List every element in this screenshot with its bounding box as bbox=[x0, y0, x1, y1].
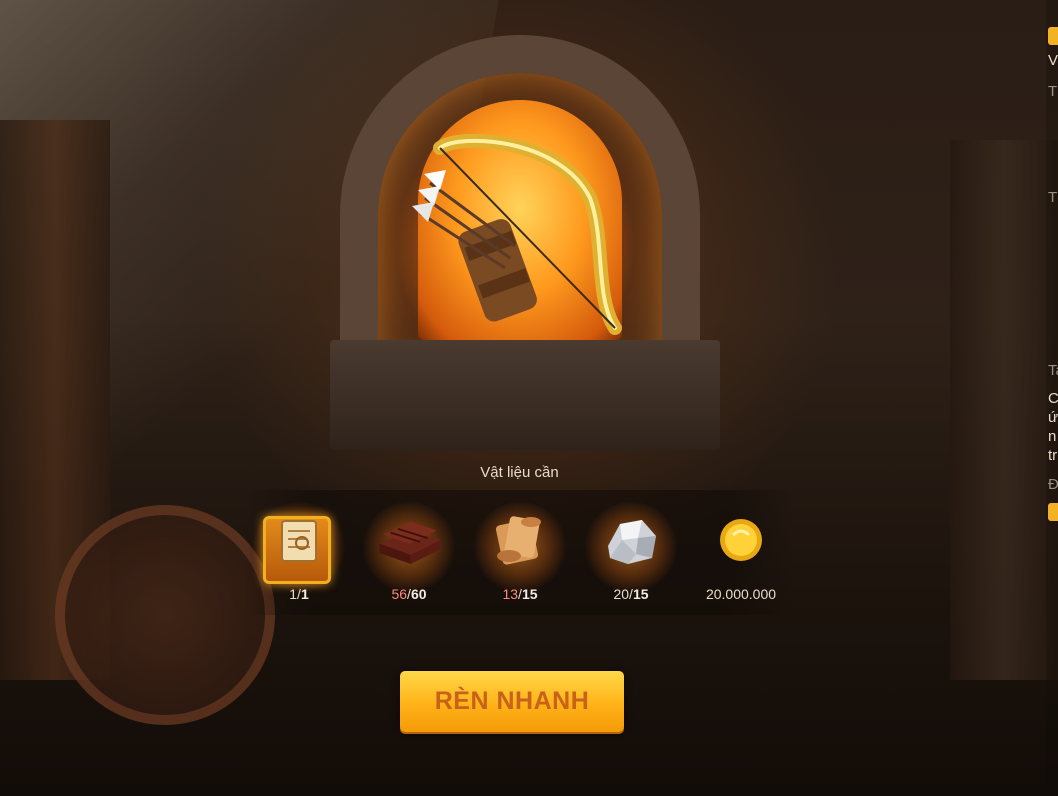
material-count: 20/15 bbox=[576, 586, 686, 602]
anvil-block bbox=[330, 340, 720, 450]
count-have: 20 bbox=[613, 586, 630, 602]
quick-forge-label: RÈN NHANH bbox=[434, 687, 590, 715]
material-count: 56/60 bbox=[354, 586, 464, 602]
blueprint-scroll-icon bbox=[262, 500, 336, 580]
info-text: ứ bbox=[1048, 409, 1058, 426]
silver-ore-icon bbox=[594, 500, 668, 580]
material-gold[interactable]: 20.000.000 bbox=[686, 500, 796, 610]
count-have: 1 bbox=[289, 586, 298, 602]
gold-coin-icon bbox=[704, 500, 778, 580]
material-silver-ore[interactable]: 20/15 bbox=[576, 500, 686, 610]
parchment-bundle-icon bbox=[483, 500, 557, 580]
material-count: 13/15 bbox=[465, 586, 575, 602]
materials-panel: 1/1 56/60 13/15 20/15 20.000.000 bbox=[244, 490, 796, 615]
cost-badge bbox=[1048, 503, 1058, 521]
rarity-badge bbox=[1048, 27, 1058, 45]
info-text: V bbox=[1048, 52, 1058, 69]
gold-amount: 20.000.000 bbox=[705, 586, 777, 602]
info-text: tr bbox=[1048, 447, 1058, 464]
material-leather[interactable]: 56/60 bbox=[354, 500, 464, 610]
info-text: n bbox=[1048, 428, 1057, 445]
info-label: Ta bbox=[1048, 362, 1058, 379]
info-label: T bbox=[1048, 83, 1058, 100]
info-label: T bbox=[1048, 189, 1058, 206]
shield-decoration bbox=[55, 505, 275, 725]
count-have: 56 bbox=[391, 586, 408, 602]
material-blueprint[interactable]: 1/1 bbox=[244, 500, 354, 610]
leather-stack-icon bbox=[372, 500, 446, 580]
info-label: Đ bbox=[1048, 476, 1058, 493]
material-parchment[interactable]: 13/15 bbox=[465, 500, 575, 610]
materials-title: Vật liệu cần bbox=[480, 464, 559, 481]
bow-weapon-icon bbox=[412, 133, 622, 335]
count-need: 15 bbox=[521, 586, 538, 602]
material-count: 1/1 bbox=[244, 586, 354, 602]
count-need: 1 bbox=[300, 586, 309, 602]
item-info-panel: V T T Ta C ứ n tr Đ bbox=[1046, 0, 1058, 796]
quick-forge-button[interactable]: RÈN NHANH bbox=[400, 671, 624, 732]
count-have: 13 bbox=[502, 586, 519, 602]
info-text: C bbox=[1048, 390, 1058, 407]
count-need: 60 bbox=[410, 586, 427, 602]
count-need: 15 bbox=[632, 586, 649, 602]
right-pillar bbox=[950, 140, 1058, 680]
